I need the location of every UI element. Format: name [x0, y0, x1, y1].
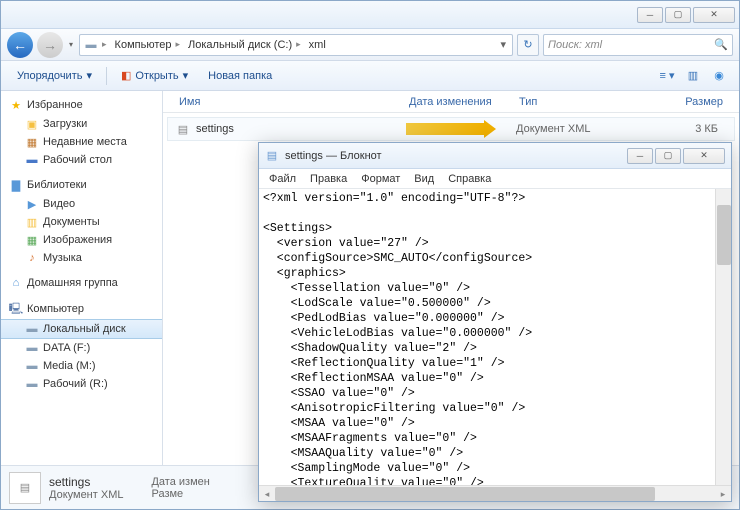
history-dropdown[interactable]: ▾ — [67, 40, 75, 49]
close-button[interactable]: ✕ — [693, 7, 735, 23]
details-meta: Дата измен — [151, 476, 209, 488]
notepad-close-button[interactable]: ✕ — [683, 148, 725, 164]
help-button[interactable]: ◉ — [707, 66, 731, 86]
search-icon[interactable]: 🔍 — [714, 38, 728, 51]
breadcrumb-item[interactable]: xml — [309, 39, 326, 51]
sidebar-item-video[interactable]: ▶Видео — [1, 195, 162, 213]
sidebar-computer[interactable]: 🖳Компьютер — [1, 299, 162, 319]
details-title: settings — [49, 475, 123, 489]
scroll-left-icon[interactable]: ◂ — [259, 486, 275, 502]
col-size[interactable]: Размер — [631, 96, 739, 108]
notepad-title: settings — Блокнот — [285, 150, 382, 162]
scroll-right-icon[interactable]: ▸ — [715, 486, 731, 502]
refresh-button[interactable]: ↻ — [517, 34, 539, 56]
file-type: Документ XML — [516, 123, 636, 135]
minimize-button[interactable]: ─ — [637, 7, 663, 23]
details-icon: ▤ — [9, 472, 41, 504]
breadcrumb-item[interactable]: Локальный диск (C:) — [188, 39, 292, 51]
details-sub: Документ XML — [49, 489, 123, 501]
breadcrumb-item[interactable]: Компьютер — [115, 39, 172, 51]
horizontal-scrollbar[interactable]: ◂ ▸ — [259, 485, 731, 501]
file-size: 3 КБ — [636, 123, 734, 135]
menu-file[interactable]: Файл — [263, 171, 302, 187]
sidebar-item-localdisk[interactable]: ▬Локальный диск — [1, 319, 162, 339]
organize-button[interactable]: Упорядочить ▾ — [9, 65, 100, 86]
col-name[interactable]: Имя — [171, 96, 401, 108]
sidebar-item-downloads[interactable]: ▣Загрузки — [1, 115, 162, 133]
notepad-maximize-button[interactable]: ▢ — [655, 148, 681, 164]
file-row[interactable]: ▤settings Документ XML 3 КБ — [167, 117, 735, 141]
col-modified[interactable]: Дата изменения — [401, 96, 511, 108]
menu-view[interactable]: Вид — [408, 171, 440, 187]
address-dropdown[interactable]: ▾ — [494, 38, 512, 51]
notepad-content: <?xml version="1.0" encoding="UTF-8"?> <… — [259, 189, 731, 485]
search-input[interactable]: Поиск: xml 🔍 — [543, 34, 733, 56]
details-meta: Разме — [151, 488, 209, 500]
back-button[interactable]: ← — [7, 32, 33, 58]
sidebar-item-music[interactable]: ♪Музыка — [1, 249, 162, 267]
explorer-titlebar: ─ ▢ ✕ — [1, 1, 739, 29]
col-type[interactable]: Тип — [511, 96, 631, 108]
preview-pane-button[interactable]: ▥ — [681, 66, 705, 86]
column-headers: Имя Дата изменения Тип Размер — [163, 91, 739, 113]
file-name: settings — [196, 123, 234, 135]
notepad-icon: ▤ — [265, 149, 279, 163]
open-button[interactable]: ◧ Открыть ▾ — [113, 65, 196, 86]
sidebar-item-documents[interactable]: ▥Документы — [1, 213, 162, 231]
menu-edit[interactable]: Правка — [304, 171, 353, 187]
notepad-titlebar: ▤ settings — Блокнот ─ ▢ ✕ — [259, 143, 731, 169]
menu-help[interactable]: Справка — [442, 171, 497, 187]
annotation-arrow — [406, 123, 486, 135]
nav-bar: ← → ▾ ▬▸ Компьютер ▸ Локальный диск (C:)… — [1, 29, 739, 61]
menu-format[interactable]: Формат — [355, 171, 406, 187]
search-placeholder: Поиск: xml — [548, 39, 602, 51]
sidebar-item-desktop[interactable]: ▬Рабочий стол — [1, 151, 162, 169]
sidebar-item-drive[interactable]: ▬Рабочий (R:) — [1, 375, 162, 393]
sidebar-item-drive[interactable]: ▬DATA (F:) — [1, 339, 162, 357]
address-bar[interactable]: ▬▸ Компьютер ▸ Локальный диск (C:) ▸ xml… — [79, 34, 513, 56]
sidebar-libraries[interactable]: ▇Библиотеки — [1, 175, 162, 195]
notepad-window: ▤ settings — Блокнот ─ ▢ ✕ Файл Правка Ф… — [258, 142, 732, 502]
view-options-button[interactable]: ≡ ▾ — [655, 66, 679, 86]
sidebar-favorites[interactable]: ★Избранное — [1, 95, 162, 115]
sidebar-homegroup[interactable]: ⌂Домашняя группа — [1, 273, 162, 293]
maximize-button[interactable]: ▢ — [665, 7, 691, 23]
new-folder-button[interactable]: Новая папка — [200, 66, 280, 86]
notepad-menu: Файл Правка Формат Вид Справка — [259, 169, 731, 189]
notepad-minimize-button[interactable]: ─ — [627, 148, 653, 164]
toolbar: Упорядочить ▾ ◧ Открыть ▾ Новая папка ≡ … — [1, 61, 739, 91]
sidebar-item-pictures[interactable]: ▦Изображения — [1, 231, 162, 249]
notepad-text-area[interactable]: <?xml version="1.0" encoding="UTF-8"?> <… — [259, 189, 731, 485]
vertical-scrollbar[interactable] — [715, 189, 731, 485]
forward-button[interactable]: → — [37, 32, 63, 58]
sidebar: ★Избранное ▣Загрузки ▦Недавние места ▬Ра… — [1, 91, 163, 465]
sidebar-item-recent[interactable]: ▦Недавние места — [1, 133, 162, 151]
sidebar-item-drive[interactable]: ▬Media (M:) — [1, 357, 162, 375]
